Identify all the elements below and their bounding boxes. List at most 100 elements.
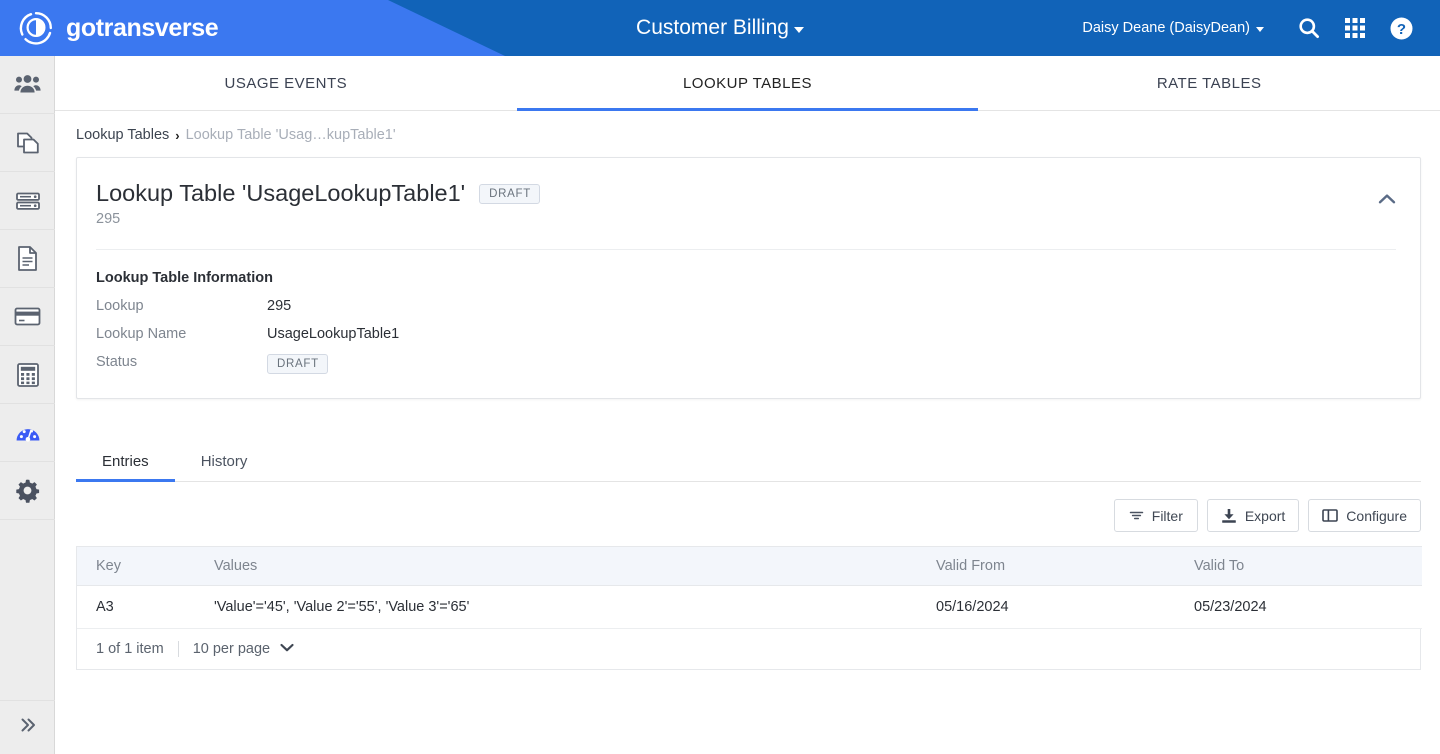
card-header: Lookup Table 'UsageLookupTable1' DRAFT 2… — [96, 180, 1396, 227]
status-badge-draft: DRAFT — [267, 354, 328, 374]
lookup-table-card: Lookup Table 'UsageLookupTable1' DRAFT 2… — [76, 157, 1421, 399]
credit-card-icon — [14, 306, 41, 327]
search-button[interactable] — [1286, 0, 1332, 56]
configure-button-label: Configure — [1346, 507, 1407, 524]
info-label-lookup-name: Lookup Name — [96, 326, 187, 342]
table-row[interactable]: A3 'Value'='45', 'Value 2'='55', 'Value … — [77, 585, 1422, 629]
column-header-key[interactable]: Key — [77, 546, 195, 586]
columns-configure-icon — [1322, 508, 1339, 523]
sidebar-item-payments[interactable] — [0, 288, 55, 346]
search-icon — [1297, 16, 1321, 40]
tab-rate-tables[interactable]: RATE TABLES — [978, 56, 1440, 110]
tab-entries-label: Entries — [102, 452, 149, 470]
breadcrumb: Lookup Tables › Lookup Table 'Usag…kupTa… — [55, 111, 1440, 143]
breadcrumb-separator-icon: › — [175, 127, 180, 143]
sidebar-item-settings[interactable] — [0, 462, 55, 520]
info-value-lookup: 295 — [267, 298, 292, 314]
brand[interactable]: gotransverse — [18, 0, 219, 56]
secondary-tabs: Entries History — [76, 441, 1421, 482]
breadcrumb-root-link[interactable]: Lookup Tables — [76, 127, 169, 143]
info-label-status: Status — [96, 354, 138, 370]
user-account-label: Daisy Deane (DaisyDean) — [1082, 20, 1250, 36]
card-divider — [96, 249, 1396, 250]
circle-arrow-logo-icon — [18, 10, 54, 46]
column-header-valid-from[interactable]: Valid From — [917, 546, 1175, 586]
table-header: Key Values Valid From Valid To — [77, 546, 1422, 586]
app-title-label: Customer Billing — [636, 16, 789, 39]
calculator-icon — [16, 362, 40, 388]
sidebar-item-billing[interactable] — [0, 346, 55, 404]
export-button[interactable]: Export — [1206, 499, 1300, 532]
table-header-row: Key Values Valid From Valid To — [77, 546, 1422, 586]
cell-valid-from: 05/16/2024 — [917, 585, 1175, 629]
primary-tabs: USAGE EVENTS LOOKUP TABLES RATE TABLES — [55, 56, 1440, 111]
sidebar-expand-button[interactable] — [0, 700, 55, 754]
page-title: Lookup Table 'UsageLookupTable1' — [96, 180, 466, 206]
entries-table: Key Values Valid From Valid To A3 'Value… — [77, 546, 1422, 629]
export-button-label: Export — [1244, 507, 1286, 524]
topbar-right-actions: Daisy Deane (DaisyDean) ? — [1082, 0, 1424, 56]
card-title-row: Lookup Table 'UsageLookupTable1' DRAFT — [96, 180, 541, 207]
info-row-lookup-name: Lookup Name UsageLookupTable1 — [96, 326, 1396, 342]
main-content: USAGE EVENTS LOOKUP TABLES RATE TABLES L… — [55, 56, 1440, 754]
section-title-lookup-table-information: Lookup Table Information — [96, 270, 273, 286]
column-header-values[interactable]: Values — [195, 546, 917, 586]
speedometer-icon — [15, 422, 41, 444]
tab-usage-events-label: USAGE EVENTS — [224, 74, 348, 92]
info-row-lookup: Lookup 295 — [96, 298, 1396, 314]
chevron-down-icon — [279, 641, 295, 657]
user-account-menu[interactable]: Daisy Deane (DaisyDean) — [1082, 20, 1264, 36]
brand-name: gotransverse — [66, 13, 219, 42]
table-pager: 1 of 1 item 10 per page — [77, 629, 1420, 669]
tab-usage-events[interactable]: USAGE EVENTS — [55, 56, 517, 110]
table-toolbar: Filter Export Configure — [76, 499, 1421, 532]
tab-lookup-tables[interactable]: LOOKUP TABLES — [516, 56, 979, 111]
sidebar-item-accounts[interactable] — [0, 172, 55, 230]
tab-entries[interactable]: Entries — [76, 441, 175, 482]
caret-down-icon — [793, 27, 804, 33]
tab-history-label: History — [200, 452, 248, 470]
card-subtitle: 295 — [96, 211, 121, 227]
status-badge: DRAFT — [479, 183, 541, 204]
per-page-label: 10 per page — [192, 641, 271, 657]
filter-button-label: Filter — [1151, 507, 1183, 524]
document-icon — [16, 245, 39, 272]
help-circle-icon: ? — [1389, 16, 1414, 41]
help-button[interactable]: ? — [1378, 0, 1424, 56]
column-header-valid-to[interactable]: Valid To — [1175, 546, 1422, 586]
server-stack-icon — [15, 190, 41, 212]
sidebar-item-usage[interactable] — [0, 404, 55, 462]
breadcrumb-current: Lookup Table 'Usag…kupTable1' — [185, 127, 396, 143]
top-navigation-bar: gotransverse Customer Billing Daisy Dean… — [0, 0, 1440, 56]
app-title-dropdown[interactable]: Customer Billing — [636, 16, 804, 40]
apps-grid-button[interactable] — [1332, 0, 1378, 56]
app-root: gotransverse Customer Billing Daisy Dean… — [0, 0, 1440, 754]
tab-lookup-tables-label: LOOKUP TABLES — [682, 74, 813, 92]
card-collapse-button[interactable] — [1376, 190, 1398, 212]
svg-text:?: ? — [1396, 21, 1405, 38]
info-label-lookup: Lookup — [96, 298, 144, 314]
left-sidebar — [0, 56, 55, 754]
cell-valid-to: 05/23/2024 — [1175, 585, 1422, 629]
tab-history[interactable]: History — [175, 441, 274, 481]
grid-apps-icon — [1344, 17, 1366, 39]
download-export-icon — [1221, 508, 1237, 524]
info-value-lookup-name: UsageLookupTable1 — [267, 326, 400, 342]
gear-icon — [15, 478, 40, 503]
configure-button[interactable]: Configure — [1308, 499, 1421, 532]
sidebar-item-invoices[interactable] — [0, 230, 55, 288]
pager-divider — [177, 641, 179, 657]
tab-rate-tables-label: RATE TABLES — [1156, 74, 1262, 92]
users-group-icon — [14, 71, 41, 98]
pager-item-count: 1 of 1 item — [96, 641, 164, 657]
caret-down-icon — [1256, 27, 1264, 32]
sidebar-item-customers[interactable] — [0, 56, 55, 114]
sidebar-item-products[interactable] — [0, 114, 55, 172]
filter-button[interactable]: Filter — [1113, 499, 1198, 532]
info-row-status: Status DRAFT — [96, 354, 1396, 374]
cell-values: 'Value'='45', 'Value 2'='55', 'Value 3'=… — [195, 585, 917, 629]
filter-icon — [1129, 509, 1144, 522]
cell-key: A3 — [77, 585, 195, 629]
per-page-selector[interactable]: 10 per page — [193, 641, 295, 657]
